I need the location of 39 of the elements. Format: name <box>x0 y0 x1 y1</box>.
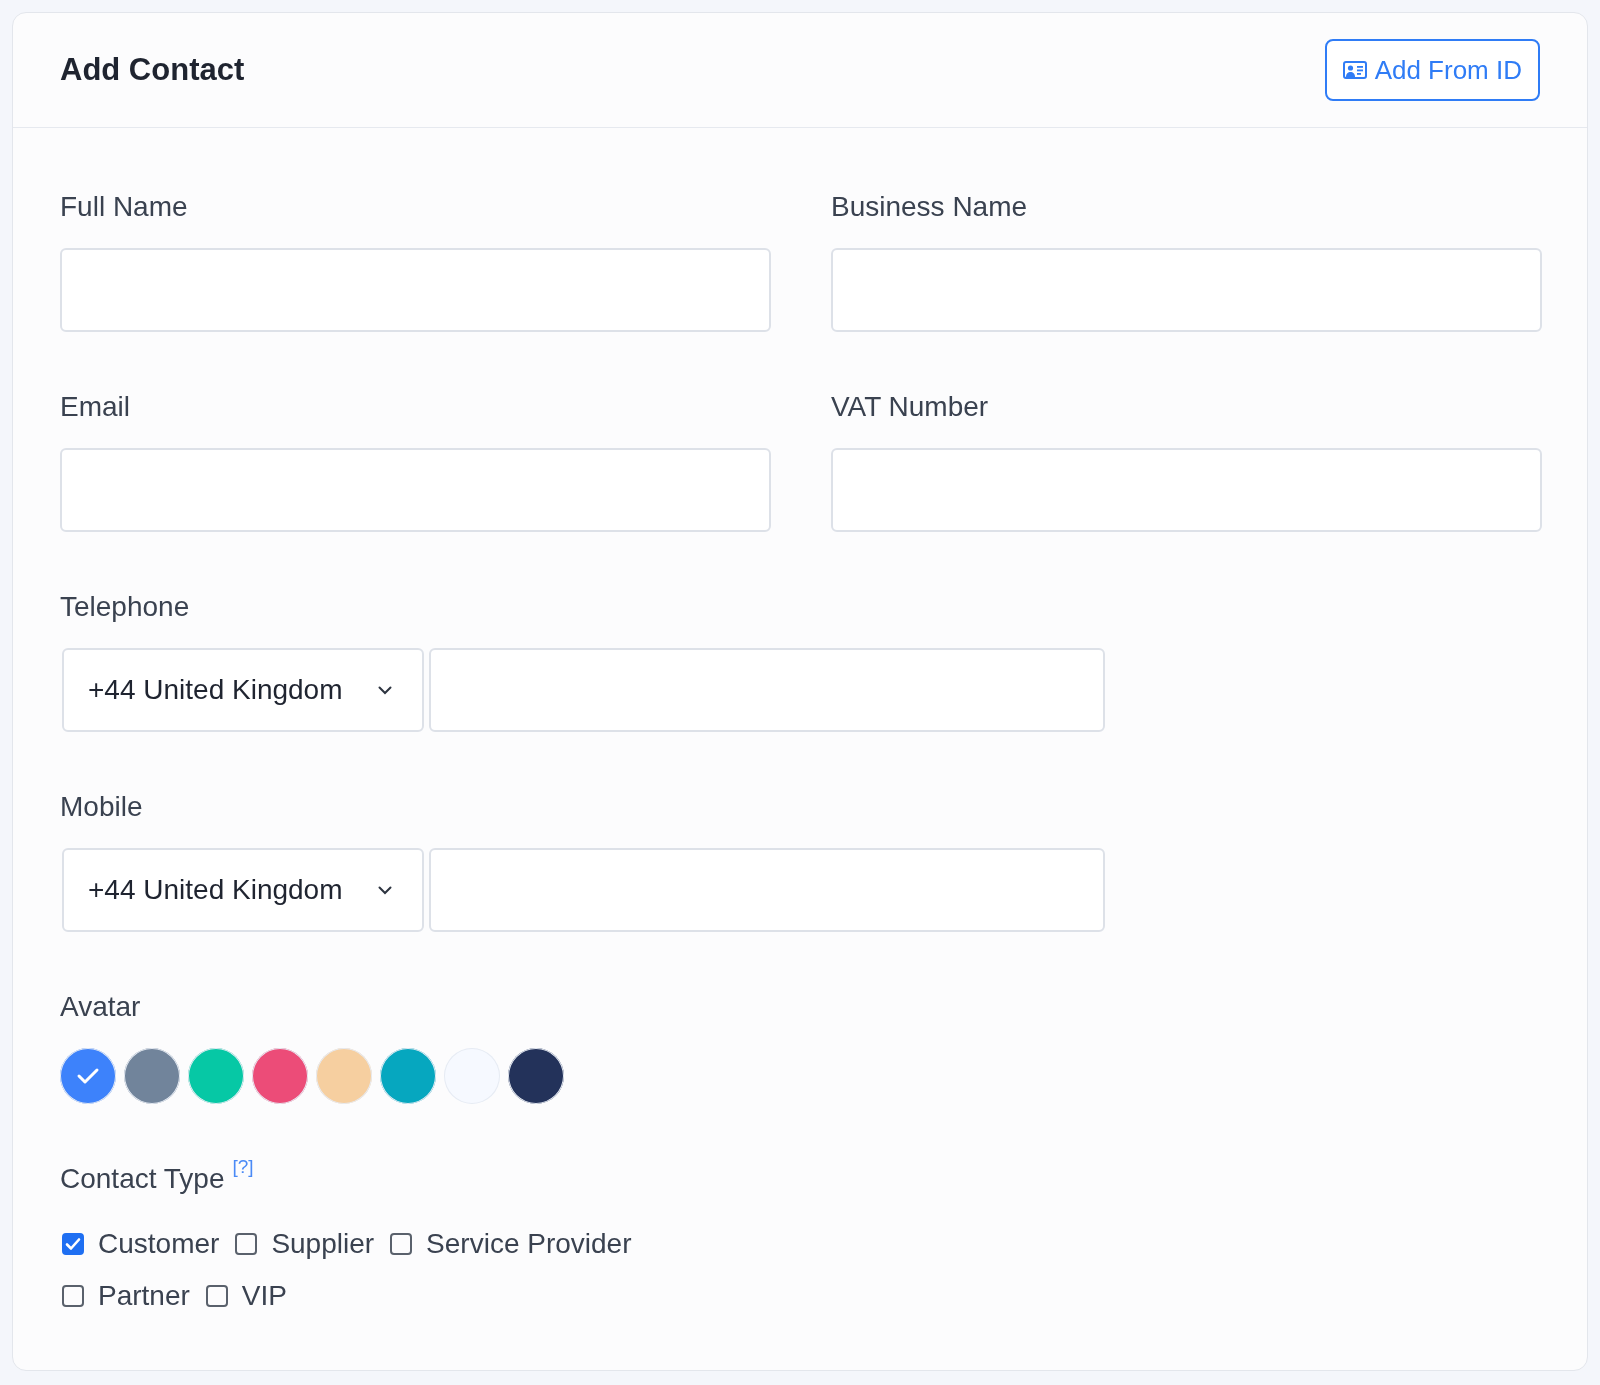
text-field[interactable] <box>60 248 771 332</box>
checkbox-label: VIP <box>241 1280 287 1311</box>
field-label: Avatar <box>60 990 142 1024</box>
check-icon <box>76 1067 100 1085</box>
field-label: Mobile <box>60 790 144 824</box>
id-card-icon <box>1342 61 1367 79</box>
color-swatch[interactable] <box>60 1048 116 1104</box>
phone-field[interactable] <box>429 648 1105 732</box>
checkbox[interactable] <box>390 1233 413 1255</box>
color-swatch[interactable] <box>124 1048 180 1104</box>
add-from-id-button[interactable]: Add From ID <box>1324 39 1540 101</box>
checkbox-label: Service Provider <box>426 1228 632 1259</box>
checkbox[interactable] <box>205 1285 228 1307</box>
field-label: Email <box>60 390 131 424</box>
field-label: VAT Number <box>831 390 990 424</box>
checkbox-label: Partner <box>98 1280 190 1311</box>
form-title: Add Contact <box>60 52 245 88</box>
field-label: Full Name <box>60 190 189 224</box>
checkbox[interactable] <box>235 1233 258 1255</box>
checkbox-label: Customer <box>98 1228 220 1259</box>
color-swatch[interactable] <box>188 1048 244 1104</box>
field-label: Business Name <box>831 190 1029 224</box>
checkbox[interactable] <box>62 1285 84 1307</box>
color-swatch[interactable] <box>508 1048 564 1104</box>
color-swatch[interactable] <box>380 1048 436 1104</box>
text-field[interactable] <box>831 248 1542 332</box>
chevron-down-icon <box>378 685 392 695</box>
field-label: Telephone <box>60 590 191 624</box>
checkbox-label: Supplier <box>271 1228 375 1259</box>
country-select[interactable]: +44 United Kingdom <box>62 648 424 732</box>
field-label: Contact Type <box>60 1162 225 1196</box>
color-swatch[interactable] <box>316 1048 372 1104</box>
chevron-down-icon <box>378 885 392 895</box>
checkbox[interactable] <box>62 1233 84 1255</box>
text-field[interactable] <box>831 448 1542 532</box>
country-select[interactable]: +44 United Kingdom <box>62 848 424 932</box>
color-swatch[interactable] <box>252 1048 308 1104</box>
text-field[interactable] <box>60 448 771 532</box>
phone-field[interactable] <box>429 848 1105 932</box>
